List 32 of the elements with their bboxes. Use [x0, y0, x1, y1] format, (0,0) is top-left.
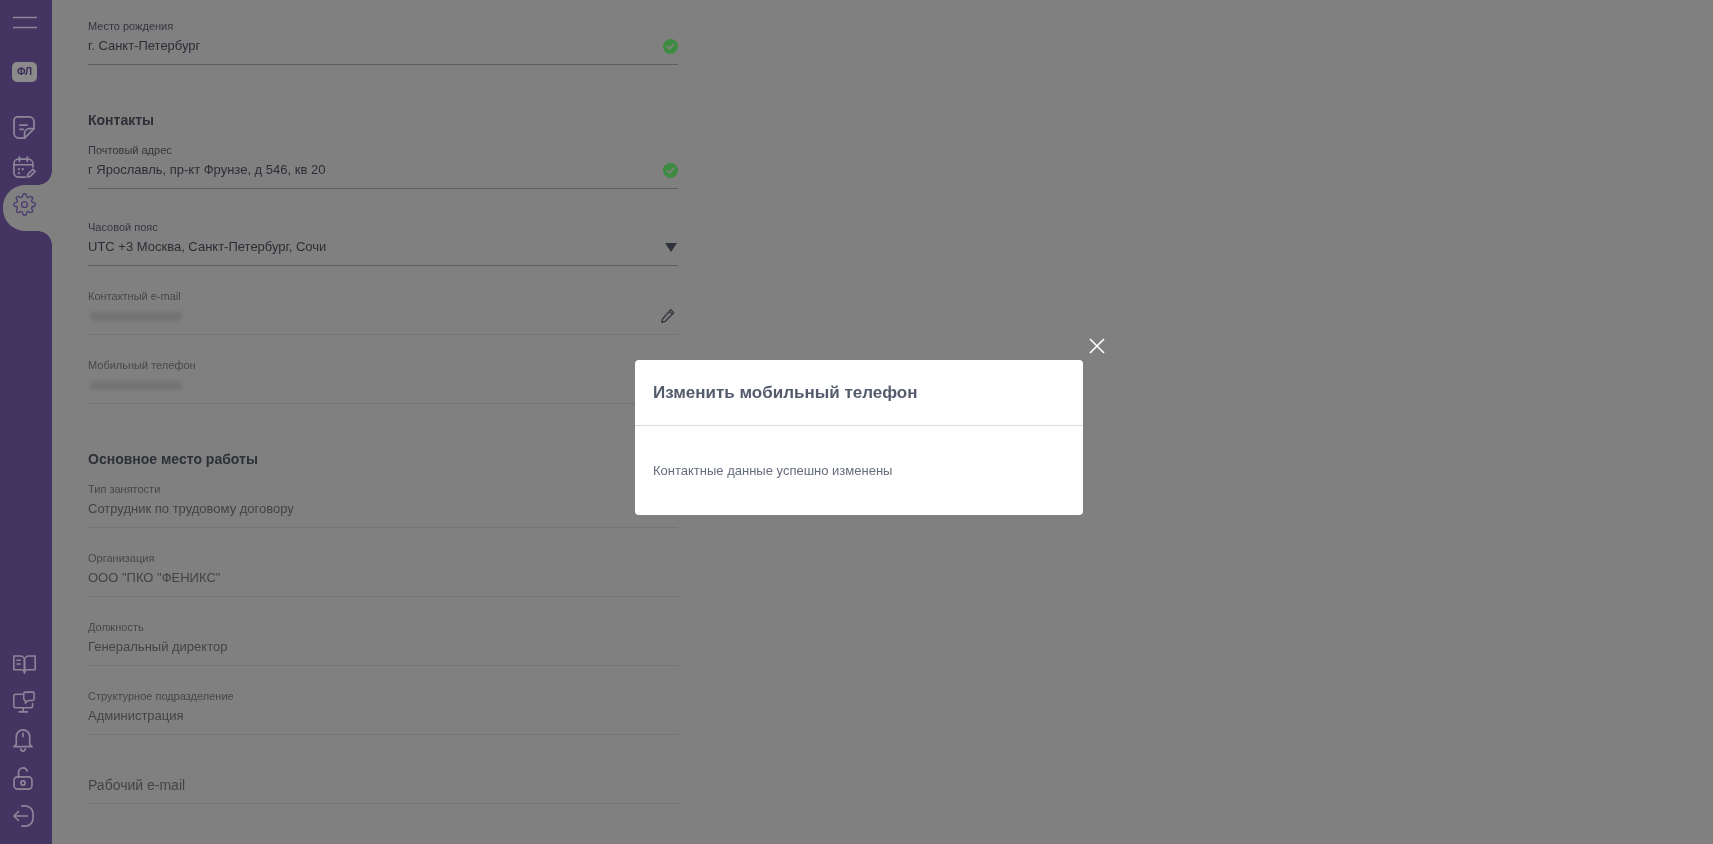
field-label: Место рождения	[88, 19, 174, 33]
unlocked-padlock-icon	[13, 766, 33, 790]
field-label: Контактный e-mail	[88, 289, 181, 303]
field-label: Организация	[88, 551, 155, 565]
field-label: Мобильный телефон	[88, 358, 196, 372]
calendar-pencil-icon	[13, 156, 36, 178]
caret-icon	[665, 242, 677, 252]
close-button[interactable]	[1089, 338, 1105, 354]
menu-button[interactable]	[13, 16, 37, 29]
field-label: Должность	[88, 620, 144, 634]
section-heading: Контакты	[88, 111, 155, 130]
close-icon	[1089, 338, 1105, 354]
text-field[interactable]: г. Санкт-Петербург	[88, 36, 678, 65]
field-label: Структурное подразделение	[88, 689, 234, 703]
bell-icon	[13, 728, 33, 752]
dropdown-field[interactable]: UTC +3 Москва, Санкт-Петербург, Сочи	[88, 237, 678, 266]
text-field[interactable]: г Ярославль, пр-кт Фрунзе, д 546, кв 20	[88, 160, 678, 189]
field-label: Часовой пояс	[88, 220, 158, 234]
document-icon	[13, 115, 35, 139]
check-circle-icon	[663, 162, 678, 178]
logout-icon	[13, 805, 34, 827]
open-book-icon	[13, 654, 36, 674]
field-label: Почтовый адрес	[88, 143, 172, 157]
field-label: Тип занятости	[88, 482, 161, 496]
settings-icon	[13, 193, 36, 216]
profile-badge[interactable]: ФЛ	[12, 62, 37, 82]
section-heading: Основное место работы	[88, 450, 259, 469]
dialog-title: Изменить мобильный телефон	[653, 382, 918, 404]
menu-icon	[13, 16, 37, 29]
check-circle-icon	[663, 38, 678, 54]
monitor-chat-icon	[13, 691, 35, 713]
dialog-message: Контактные данные успешно изменены	[653, 462, 893, 480]
